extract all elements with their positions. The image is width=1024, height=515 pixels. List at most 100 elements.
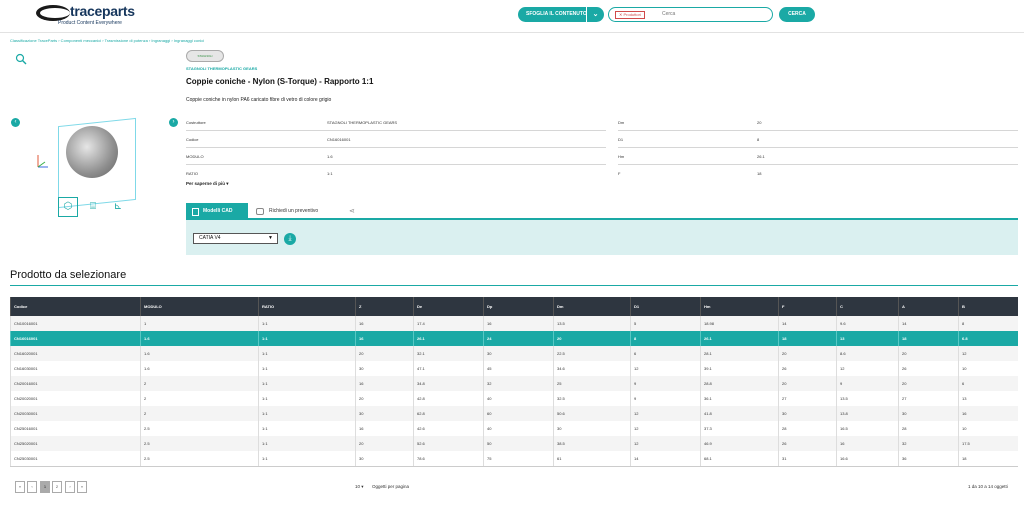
per-page-select[interactable]: 10 ▾ xyxy=(355,484,364,490)
table-cell: 14 xyxy=(778,316,786,331)
table-cell: CN25016001 xyxy=(10,421,38,436)
chevron-right-icon[interactable]: › xyxy=(169,118,178,127)
chevron-down-icon: ▾ xyxy=(226,181,229,186)
search-button[interactable]: CERCA xyxy=(779,7,815,22)
column-header[interactable]: Z xyxy=(355,297,361,316)
table-cell: 16 xyxy=(836,436,844,451)
table-cell: 36.1 xyxy=(700,391,712,406)
table-cell: 47.1 xyxy=(413,361,425,376)
column-header[interactable]: Dp xyxy=(483,297,492,316)
pager-prev-button[interactable]: ‹ xyxy=(27,481,37,493)
more-info-toggle[interactable]: Per saperne di più ▾ xyxy=(186,181,229,187)
table-row[interactable]: CN16020001 1.6 1:1 20 32.1 30 22.5 6 28.1 20 8.6 20… xyxy=(10,346,1018,361)
column-header[interactable]: F xyxy=(778,297,784,316)
table-cell: 6 xyxy=(958,376,964,391)
column-header[interactable]: C xyxy=(836,297,843,316)
column-header[interactable]: Hm xyxy=(700,297,710,316)
pager-page-1[interactable]: 1 xyxy=(40,481,50,493)
table-cell: 34.6 xyxy=(553,361,565,376)
table-cell: 20 xyxy=(898,346,906,361)
property-row: MODULO 1.6 xyxy=(186,148,606,165)
search-filter-chip-label: Produttori xyxy=(623,12,641,17)
brand-logo[interactable]: STAGNOLI xyxy=(186,50,224,62)
table-cell: 68.1 xyxy=(700,451,712,466)
brand-name[interactable]: STAGNOLI THERMOPLASTIC GEARS xyxy=(186,66,257,71)
download-icon[interactable]: ⤓ xyxy=(284,233,296,245)
search-input[interactable] xyxy=(662,11,762,17)
table-cell: 14 xyxy=(898,316,906,331)
table-row[interactable]: CN25016001 2.5 1:1 16 42.6 40 30 12 37.3 28 16.5 28… xyxy=(10,421,1018,436)
table-cell: 1:1 xyxy=(258,346,268,361)
table-cell: 1.6 xyxy=(140,361,150,376)
table-cell: 20 xyxy=(355,391,363,406)
table-cell: 5 xyxy=(630,316,636,331)
per-page-value: 10 xyxy=(355,484,361,489)
browse-content-button[interactable]: SFOGLIA IL CONTENUTO ⌄ xyxy=(518,7,604,22)
table-cell: 30 xyxy=(355,451,363,466)
table-row[interactable]: CN16030001 1.6 1:1 30 47.1 45 34.6 12 39.1 26 12 26… xyxy=(10,361,1018,376)
breadcrumb[interactable]: Classificazione TraceParts › Componenti … xyxy=(10,38,204,43)
column-header[interactable]: RATIO xyxy=(258,297,274,316)
table-cell: 1:1 xyxy=(258,361,268,376)
table-row[interactable]: CN20016001 2 1:1 16 34.8 32 25 9 28.8 20 9 20 6 xyxy=(10,376,1018,391)
dimensions-icon[interactable]: ⊾ xyxy=(108,197,128,217)
table-cell: 28.8 xyxy=(700,376,712,391)
table-row[interactable]: CN10016001 1 1:1 16 17.4 16 13.5 5 18.98 14 9.6 14 8 xyxy=(10,316,1018,331)
table-row[interactable]: CN20030001 2 1:1 30 62.8 60 50.6 12 41.8 30 13.8 30… xyxy=(10,406,1018,421)
pager-first-button[interactable]: « xyxy=(15,481,25,493)
pager-last-button[interactable]: » xyxy=(77,481,87,493)
table-cell: 38.5 xyxy=(553,436,565,451)
pager-next-button[interactable]: › xyxy=(65,481,75,493)
table-cell: 18.98 xyxy=(700,316,714,331)
column-header[interactable]: Dm xyxy=(553,297,563,316)
table-cell: 20 xyxy=(355,346,363,361)
table-cell: 30 xyxy=(553,421,561,436)
table-cell: 32 xyxy=(483,376,491,391)
share-icon[interactable]: ⋖ xyxy=(349,207,355,215)
magnifier-icon[interactable] xyxy=(15,53,27,65)
pager-page-2[interactable]: 2 xyxy=(52,481,62,493)
column-header[interactable]: Codice xyxy=(10,297,27,316)
column-header[interactable]: D1 xyxy=(630,297,639,316)
table-row[interactable]: CN25030001 2.5 1:1 30 78.6 75 61 14 68.1 31 16.6 36… xyxy=(10,451,1018,466)
table-cell: CN20016001 xyxy=(10,376,38,391)
tab-request-quote[interactable]: Richiedi un preventivo xyxy=(256,203,318,220)
property-label: Costruttore xyxy=(186,120,206,125)
camera-icon[interactable]: ⌸ xyxy=(83,197,103,217)
table-cell: 13.5 xyxy=(553,316,565,331)
cad-file-icon xyxy=(192,208,199,216)
table-cell: 10 xyxy=(958,421,966,436)
table-row-selected[interactable]: CN16016001 1.6 1:1 16 26.1 24 20 8 26.1 18 13 18 6.8 xyxy=(10,331,1018,346)
table-cell: 22.5 xyxy=(553,346,565,361)
table-cell: 26.1 xyxy=(700,331,712,346)
property-row: Codice CN16016001 xyxy=(186,131,606,148)
column-header[interactable]: MODULO xyxy=(140,297,162,316)
table-row[interactable]: CN20020001 2 1:1 20 42.8 40 32.5 9 36.1 27 13.5 27 1… xyxy=(10,391,1018,406)
table-cell: 8 xyxy=(630,331,636,346)
gear-model-image[interactable] xyxy=(66,126,118,178)
close-icon[interactable]: ✕ xyxy=(619,12,622,17)
section-title: Prodotto da selezionare xyxy=(10,269,127,281)
search-filter-chip[interactable]: ✕ Produttori xyxy=(615,11,645,19)
tab-cad-models-label: Modelli CAD xyxy=(203,208,233,214)
table-row[interactable]: CN25020001 2.5 1:1 20 52.6 50 38.5 12 46.9 26 16 32… xyxy=(10,436,1018,451)
table-cell: 10 xyxy=(958,361,966,376)
cad-format-select[interactable]: CATIA V4 ▼ xyxy=(193,233,278,244)
chevron-down-icon[interactable]: ⌄ xyxy=(586,7,604,22)
column-header[interactable]: De xyxy=(413,297,422,316)
table-cell: 18 xyxy=(778,331,786,346)
chevron-left-icon[interactable]: ‹ xyxy=(11,118,20,127)
table-cell: 39.1 xyxy=(700,361,712,376)
column-header[interactable]: A xyxy=(898,297,905,316)
table-cell: 16.6 xyxy=(836,451,848,466)
logo-text: traceparts xyxy=(70,3,135,19)
table-cell: 20 xyxy=(553,331,561,346)
axis-triad-icon xyxy=(37,155,48,168)
column-header[interactable]: B xyxy=(958,297,965,316)
table-cell: 9.6 xyxy=(836,316,846,331)
table-cell: 16.5 xyxy=(836,421,848,436)
cube-icon[interactable]: ⬡ xyxy=(58,197,78,217)
traceparts-logo[interactable]: traceparts Product Content Everywhere xyxy=(36,3,135,29)
tab-cad-models[interactable]: Modelli CAD xyxy=(186,203,248,220)
more-info-label: Per saperne di più xyxy=(186,181,226,186)
